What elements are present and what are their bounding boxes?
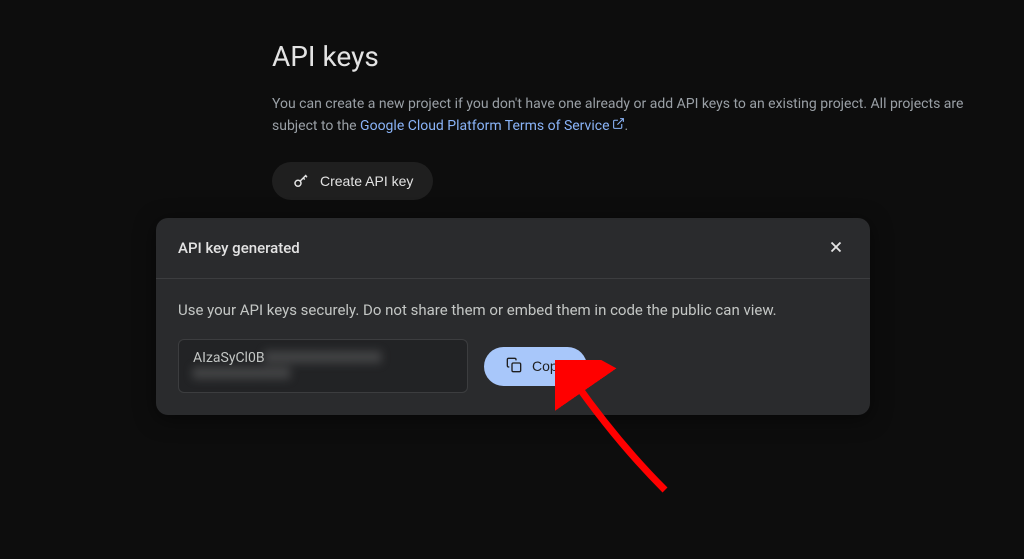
copy-icon [506,357,522,376]
api-key-generated-modal: API key generated Use your API keys secu… [156,218,870,415]
tos-link-text: Google Cloud Platform Terms of Service [360,118,609,134]
api-key-field[interactable]: AIzaSyCl0BXXXXXXXXXXXX XXXXXXXXXX [178,339,468,393]
copy-button[interactable]: Copy [484,347,587,386]
create-api-key-button[interactable]: Create API key [272,162,433,200]
description-text-2: . [625,118,629,134]
copy-button-label: Copy [532,358,565,374]
modal-header: API key generated [156,218,870,279]
create-api-key-label: Create API key [320,173,413,189]
external-link-icon [612,115,625,137]
page-description: You can create a new project if you don'… [272,93,1002,138]
close-icon [827,238,845,259]
page-container: API keys You can create a new project if… [0,0,1024,200]
modal-body-text: Use your API keys securely. Do not share… [178,301,848,319]
key-icon [292,172,310,190]
tos-link[interactable]: Google Cloud Platform Terms of Service [360,118,624,134]
api-key-visible: AIzaSyCl0B [193,350,265,366]
page-title: API keys [272,40,1024,73]
close-button[interactable] [824,236,848,260]
modal-title: API key generated [178,239,300,257]
modal-body: Use your API keys securely. Do not share… [156,279,870,415]
key-row: AIzaSyCl0BXXXXXXXXXXXX XXXXXXXXXX Copy [178,339,848,393]
